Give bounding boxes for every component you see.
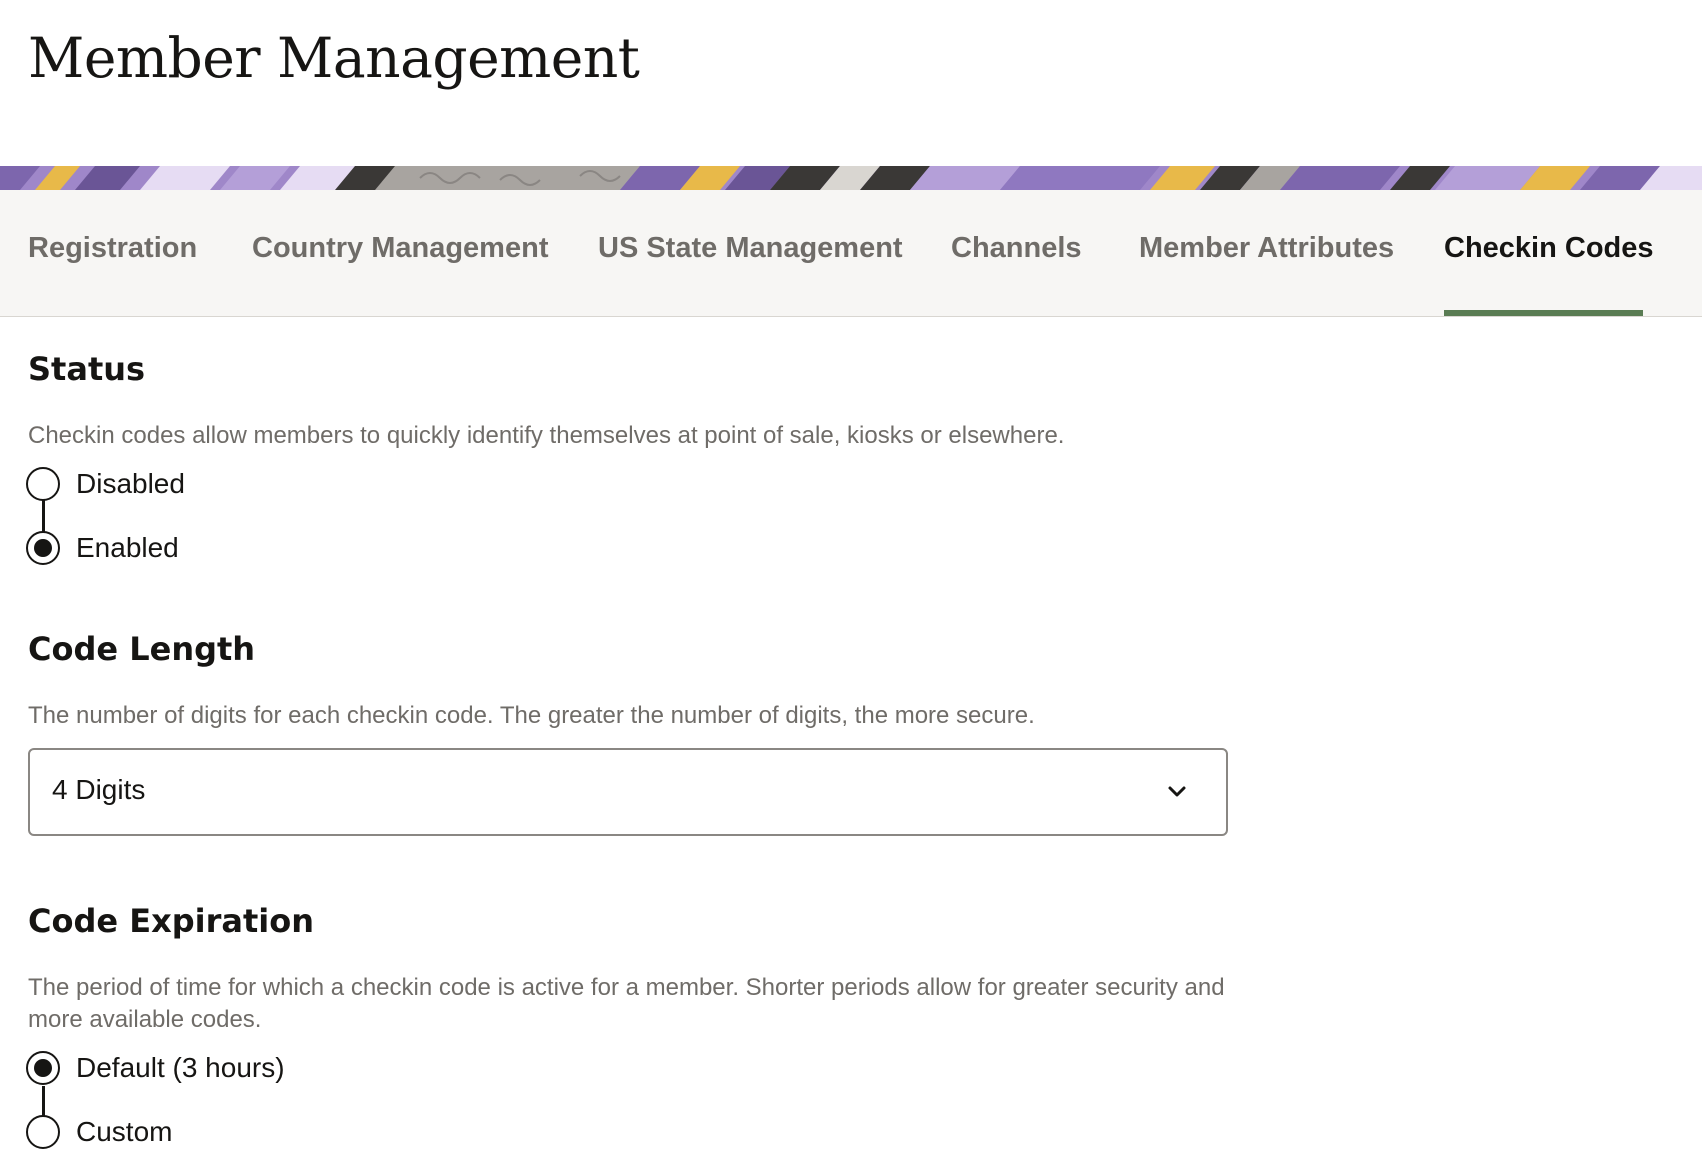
status-description: Checkin codes allow members to quickly i… (28, 422, 1065, 449)
expiration-radio-custom[interactable]: Custom (26, 1114, 172, 1150)
radio-circle-unchecked[interactable] (26, 467, 60, 501)
expiration-radio-default[interactable]: Default (3 hours) (26, 1050, 285, 1086)
tab-channels[interactable]: Channels (951, 232, 1082, 265)
radio-label: Disabled (76, 468, 185, 499)
radio-circle-unchecked[interactable] (26, 1115, 60, 1149)
page: Member Management Registration Country M… (0, 0, 1702, 1168)
active-tab-indicator (1444, 310, 1643, 316)
status-radio-disabled[interactable]: Disabled (26, 466, 185, 502)
tab-registration[interactable]: Registration (28, 232, 197, 265)
radio-circle-checked[interactable] (26, 531, 60, 565)
code-length-description: The number of digits for each checkin co… (28, 702, 1035, 729)
tab-bar: Registration Country Management US State… (0, 190, 1702, 317)
tab-us-state-management[interactable]: US State Management (598, 232, 903, 265)
tab-member-attributes[interactable]: Member Attributes (1139, 232, 1394, 265)
chevron-down-icon (1168, 786, 1186, 797)
code-expiration-heading: Code Expiration (28, 902, 314, 940)
page-title: Member Management (28, 26, 640, 90)
code-length-select[interactable]: 4 Digits (28, 748, 1228, 836)
radio-label: Default (3 hours) (76, 1052, 285, 1083)
radio-label: Enabled (76, 532, 179, 563)
radio-label: Custom (76, 1116, 173, 1147)
code-expiration-description: The period of time for which a checkin c… (28, 974, 1225, 1033)
tab-country-management[interactable]: Country Management (252, 232, 548, 265)
status-radio-enabled[interactable]: Enabled (26, 530, 179, 566)
decorative-banner (0, 166, 1702, 190)
status-heading: Status (28, 350, 146, 388)
radio-circle-checked[interactable] (26, 1051, 60, 1085)
code-length-heading: Code Length (28, 630, 256, 668)
tab-checkin-codes[interactable]: Checkin Codes (1444, 232, 1654, 265)
select-value: 4 Digits (52, 774, 146, 805)
